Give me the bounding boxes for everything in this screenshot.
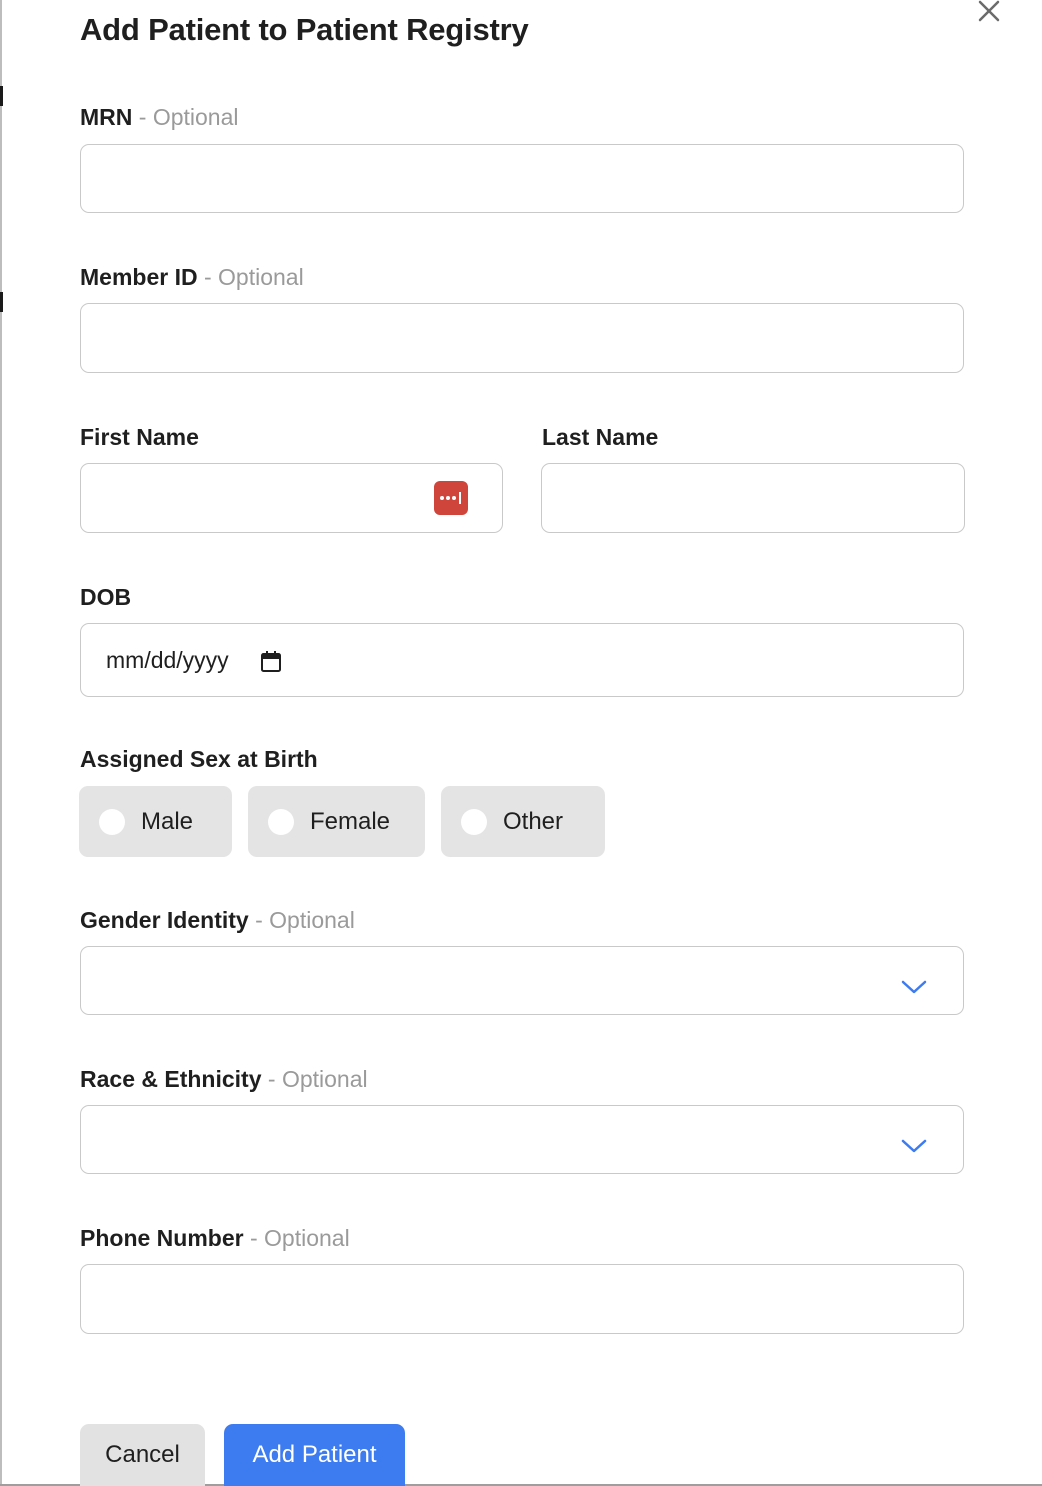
radio-label: Other bbox=[503, 807, 564, 835]
first-name-label-text: First Name bbox=[80, 424, 199, 450]
mrn-label-text: MRN bbox=[80, 104, 133, 130]
gender-identity-select[interactable] bbox=[80, 946, 964, 1015]
first-name-label: First Name bbox=[80, 424, 199, 451]
radio-female[interactable]: Female bbox=[248, 786, 425, 857]
cancel-button[interactable]: Cancel bbox=[80, 1424, 205, 1486]
dob-label-text: DOB bbox=[80, 584, 132, 610]
window-frame-left bbox=[0, 0, 3, 1486]
race-ethnicity-label: Race & Ethnicity - Optional bbox=[80, 1066, 368, 1093]
password-manager-icon[interactable] bbox=[434, 481, 468, 515]
radio-circle bbox=[268, 808, 294, 835]
add-patient-button[interactable]: Add Patient bbox=[224, 1424, 405, 1486]
dob-placeholder: mm/dd/yyyy bbox=[106, 647, 229, 673]
password-manager-dots bbox=[440, 492, 461, 504]
last-name-label-text: Last Name bbox=[542, 424, 659, 450]
phone-label-text: Phone Number bbox=[80, 1225, 244, 1251]
radio-circle bbox=[99, 808, 125, 835]
optional-hint: - Optional bbox=[255, 907, 355, 933]
radio-label: Female bbox=[310, 807, 391, 835]
dialog-title: Add Patient to Patient Registry bbox=[80, 12, 529, 47]
dob-label: DOB bbox=[80, 584, 131, 611]
member-id-label: Member ID - Optional bbox=[80, 264, 304, 291]
radio-label: Male bbox=[141, 807, 194, 835]
calendar-button[interactable] bbox=[260, 650, 282, 679]
member-id-input[interactable] bbox=[80, 303, 964, 373]
mrn-input[interactable] bbox=[80, 144, 964, 213]
phone-label: Phone Number - Optional bbox=[80, 1225, 350, 1252]
mrn-label: MRN - Optional bbox=[80, 104, 239, 131]
radio-other[interactable]: Other bbox=[441, 786, 605, 857]
calendar-icon bbox=[261, 651, 281, 672]
optional-hint: - Optional bbox=[138, 104, 239, 130]
frame-marker bbox=[0, 86, 3, 106]
race-ethnicity-select[interactable] bbox=[80, 1105, 964, 1174]
radio-circle bbox=[461, 808, 487, 835]
chevron-down-icon bbox=[901, 1134, 927, 1160]
optional-hint: - Optional bbox=[249, 1225, 350, 1251]
race-ethnicity-label-text: Race & Ethnicity bbox=[80, 1066, 262, 1092]
close-button[interactable] bbox=[974, 0, 1004, 26]
last-name-label: Last Name bbox=[542, 424, 658, 451]
gender-identity-label-text: Gender Identity bbox=[80, 907, 249, 933]
radio-male[interactable]: Male bbox=[79, 786, 232, 857]
optional-hint: - Optional bbox=[267, 1066, 368, 1092]
gender-identity-label: Gender Identity - Optional bbox=[80, 907, 355, 934]
optional-hint: - Optional bbox=[203, 264, 304, 290]
last-name-input[interactable] bbox=[541, 463, 965, 533]
phone-input[interactable] bbox=[80, 1264, 964, 1334]
sex-at-birth-label: Assigned Sex at Birth bbox=[80, 746, 318, 773]
close-icon bbox=[978, 0, 1000, 22]
chevron-down-icon bbox=[901, 975, 927, 1001]
frame-marker bbox=[0, 292, 3, 312]
sex-at-birth-label-text: Assigned Sex at Birth bbox=[80, 746, 318, 772]
member-id-label-text: Member ID bbox=[80, 264, 198, 290]
